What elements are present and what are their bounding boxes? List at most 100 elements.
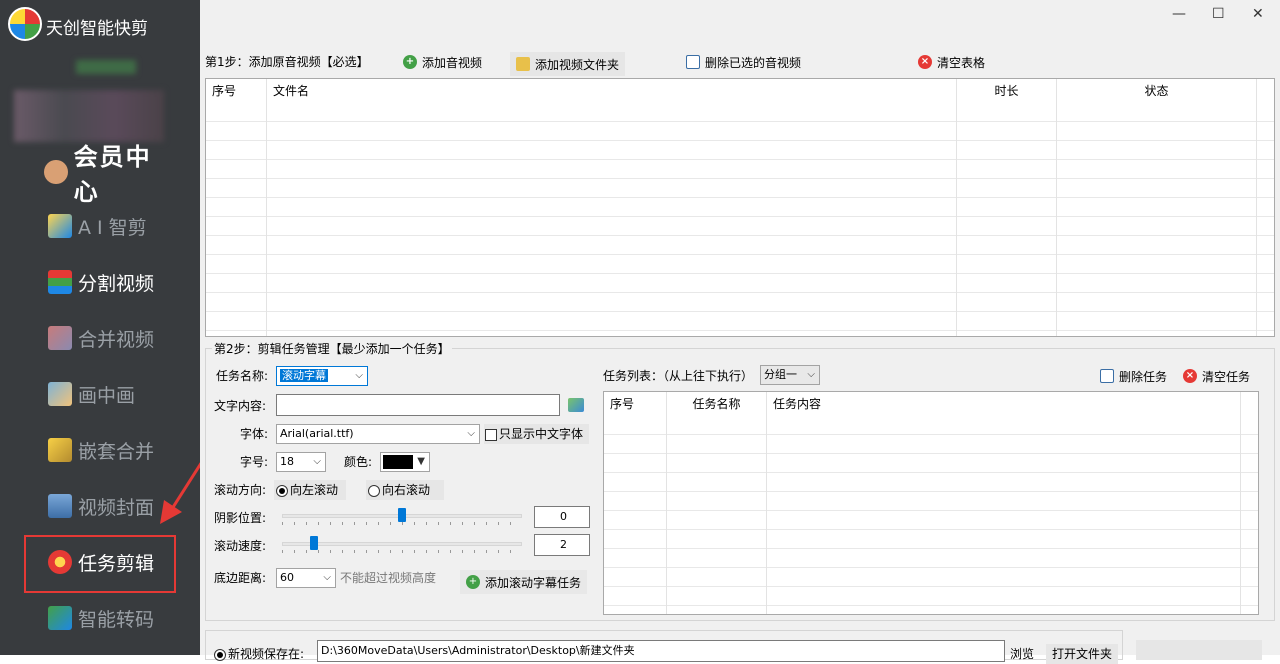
minimize-button[interactable]: — bbox=[1172, 6, 1186, 22]
add-icon: + bbox=[466, 575, 480, 589]
save-location-label: 新视频保存在: bbox=[228, 647, 305, 661]
text-import-icon[interactable] bbox=[568, 398, 584, 412]
col-header-task-name[interactable]: 任务名称 bbox=[667, 392, 767, 416]
step2-title: 第2步：剪辑任务管理【最少添加一个任务】 bbox=[212, 339, 452, 359]
scroll-right-radio[interactable]: 向右滚动 bbox=[366, 480, 445, 500]
output-path-input[interactable]: D:\360MoveData\Users\Administrator\Deskt… bbox=[317, 640, 1005, 662]
merge-video-icon bbox=[48, 326, 72, 350]
open-folder-button[interactable]: 打开文件夹 bbox=[1046, 644, 1119, 664]
color-label: 颜色: bbox=[344, 455, 373, 469]
col-header-task-content[interactable]: 任务内容 bbox=[767, 392, 1241, 416]
chevron-down-icon: ⌵ bbox=[467, 428, 475, 439]
bottom-distance-hint: 不能超过视频高度 bbox=[340, 571, 437, 585]
sidebar-item-transcode[interactable]: 智能转码 bbox=[26, 598, 176, 638]
font-label: 字体: bbox=[240, 427, 269, 441]
clear-table-label: 清空表格 bbox=[937, 55, 986, 70]
close-button[interactable]: ✕ bbox=[1252, 6, 1264, 22]
checkbox-box bbox=[485, 428, 497, 441]
chevron-down-icon: ⌵ bbox=[313, 456, 321, 467]
picture-in-picture-icon bbox=[48, 382, 72, 406]
member-icon bbox=[44, 160, 68, 184]
add-icon: + bbox=[403, 55, 417, 69]
ai-wand-icon bbox=[48, 214, 72, 238]
column-divider bbox=[266, 79, 267, 336]
task-table[interactable]: 序号 任务名称 任务内容 bbox=[603, 391, 1259, 615]
speed-value-input[interactable]: 2 bbox=[534, 534, 590, 556]
sidebar-item-pip[interactable]: 画中画 bbox=[26, 374, 176, 414]
slider-track bbox=[282, 542, 522, 546]
task-name-value: 滚动字幕 bbox=[280, 369, 328, 382]
app-logo bbox=[8, 7, 42, 41]
sidebar-item-merge[interactable]: 合并视频 bbox=[26, 318, 176, 358]
add-folder-button[interactable]: 添加视频文件夹 bbox=[510, 52, 626, 76]
group-select[interactable]: 分组一 ⌵ bbox=[760, 365, 820, 385]
clear-x-icon: × bbox=[1183, 369, 1197, 383]
scroll-left-radio[interactable]: 向左滚动 bbox=[274, 480, 347, 500]
size-label: 字号: bbox=[240, 455, 269, 469]
column-divider bbox=[956, 79, 957, 336]
browse-button[interactable]: 浏览 bbox=[1010, 644, 1034, 664]
start-button-partial[interactable] bbox=[1136, 640, 1262, 660]
transcode-icon bbox=[48, 606, 72, 630]
add-av-button[interactable]: + 添加音视频 bbox=[403, 52, 482, 72]
step1-title: 第1步：添加原音视频【必选】 bbox=[205, 55, 369, 69]
only-chinese-label: 只显示中文字体 bbox=[499, 427, 584, 441]
nested-merge-icon bbox=[48, 438, 72, 462]
text-content-input[interactable] bbox=[276, 394, 560, 416]
clear-tasks-button[interactable]: × 清空任务 bbox=[1183, 366, 1250, 386]
size-select[interactable]: 18 ⌵ bbox=[276, 452, 326, 472]
sidebar-item-member[interactable]: 会员中心 bbox=[26, 143, 176, 206]
scroll-left-label: 向左滚动 bbox=[290, 483, 339, 497]
shadow-label: 阴影位置: bbox=[214, 511, 267, 525]
file-table[interactable]: 序号 文件名 时长 状态 bbox=[205, 78, 1275, 337]
column-divider bbox=[1256, 79, 1257, 336]
delete-selected-button[interactable]: 删除已选的音视频 bbox=[686, 52, 801, 72]
font-select[interactable]: Arial(arial.ttf) ⌵ bbox=[276, 424, 480, 444]
col-header-index[interactable]: 序号 bbox=[206, 79, 267, 103]
font-value: Arial(arial.ttf) bbox=[280, 427, 354, 440]
clear-table-button[interactable]: × 清空表格 bbox=[918, 52, 985, 72]
add-folder-label: 添加视频文件夹 bbox=[535, 57, 620, 72]
sidebar-item-split[interactable]: 分割视频 bbox=[26, 262, 176, 302]
chevron-down-icon: ⌵ bbox=[355, 370, 363, 381]
slider-thumb[interactable] bbox=[309, 536, 318, 550]
scroll-right-label: 向右滚动 bbox=[382, 483, 431, 497]
radio-dot bbox=[276, 484, 288, 497]
col-header-filename[interactable]: 文件名 bbox=[267, 79, 957, 103]
delete-task-button[interactable]: 删除任务 bbox=[1100, 366, 1167, 386]
bottom-distance-select[interactable]: 60 ⌵ bbox=[276, 568, 336, 588]
column-divider bbox=[1056, 79, 1057, 336]
add-scroll-task-button[interactable]: + 添加滚动字幕任务 bbox=[460, 570, 588, 594]
task-table-header: 序号 任务名称 任务内容 bbox=[604, 392, 1241, 416]
file-table-rows bbox=[206, 103, 1274, 336]
speed-slider[interactable] bbox=[282, 534, 522, 554]
folder-icon bbox=[516, 57, 530, 71]
col-header-index[interactable]: 序号 bbox=[604, 392, 667, 416]
only-chinese-checkbox[interactable]: 只显示中文字体 bbox=[484, 424, 590, 444]
sidebar-item-label: 分割视频 bbox=[78, 272, 155, 295]
main-panel: — ☐ ✕ 第1步：添加原音视频【必选】 + 添加音视频 添加视频文件夹 删除已… bbox=[200, 0, 1280, 664]
task-name-label: 任务名称: bbox=[216, 369, 269, 383]
sidebar-item-label: 智能转码 bbox=[78, 608, 155, 631]
color-picker[interactable]: ▼ bbox=[380, 452, 430, 472]
sidebar-item-label: 嵌套合并 bbox=[78, 440, 155, 463]
add-av-label: 添加音视频 bbox=[422, 55, 483, 70]
shadow-slider[interactable] bbox=[282, 506, 522, 526]
delete-selected-label: 删除已选的音视频 bbox=[705, 55, 802, 70]
direction-label: 滚动方向: bbox=[214, 483, 267, 497]
user-avatar-blurred bbox=[76, 60, 136, 74]
sidebar-item-ai[interactable]: A I 智剪 bbox=[26, 206, 176, 246]
clear-tasks-label: 清空任务 bbox=[1202, 369, 1251, 384]
column-divider bbox=[666, 392, 667, 614]
split-video-icon bbox=[48, 270, 72, 294]
task-name-select[interactable]: 滚动字幕 ⌵ bbox=[276, 366, 368, 386]
size-value: 18 bbox=[280, 455, 294, 468]
col-header-duration[interactable]: 时长 bbox=[957, 79, 1057, 103]
slider-thumb[interactable] bbox=[398, 508, 406, 522]
shadow-value-input[interactable]: 0 bbox=[534, 506, 590, 528]
sidebar-item-label: 会员中心 bbox=[73, 143, 152, 206]
maximize-button[interactable]: ☐ bbox=[1212, 6, 1225, 22]
col-header-status[interactable]: 状态 bbox=[1057, 79, 1257, 103]
save-location-radio[interactable]: 新视频保存在: bbox=[214, 644, 304, 664]
app-title: 天创智能快剪 bbox=[46, 19, 148, 39]
